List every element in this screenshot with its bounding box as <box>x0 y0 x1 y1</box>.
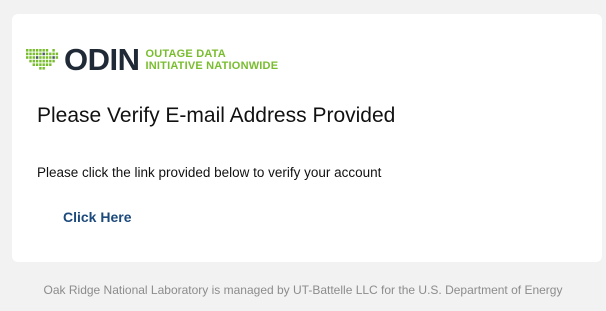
email-page: ODIN OUTAGE DATA INITIATIVE NATIONWIDE P… <box>0 0 606 311</box>
verify-link[interactable]: Click Here <box>63 209 131 225</box>
email-heading: Please Verify E-mail Address Provided <box>37 104 396 127</box>
logo-tagline-line2: INITIATIVE NATIONWIDE <box>145 60 279 72</box>
email-body-text: Please click the link provided below to … <box>37 165 382 180</box>
footer-text: Oak Ridge National Laboratory is managed… <box>43 283 563 297</box>
logo-tagline: OUTAGE DATA INITIATIVE NATIONWIDE <box>146 48 279 72</box>
odin-logo: ODIN OUTAGE DATA INITIATIVE NATIONWIDE <box>26 42 279 77</box>
us-map-dots-icon <box>26 49 59 70</box>
logo-wordmark: ODIN <box>64 42 140 77</box>
logo-tagline-line1: OUTAGE DATA <box>145 48 226 60</box>
